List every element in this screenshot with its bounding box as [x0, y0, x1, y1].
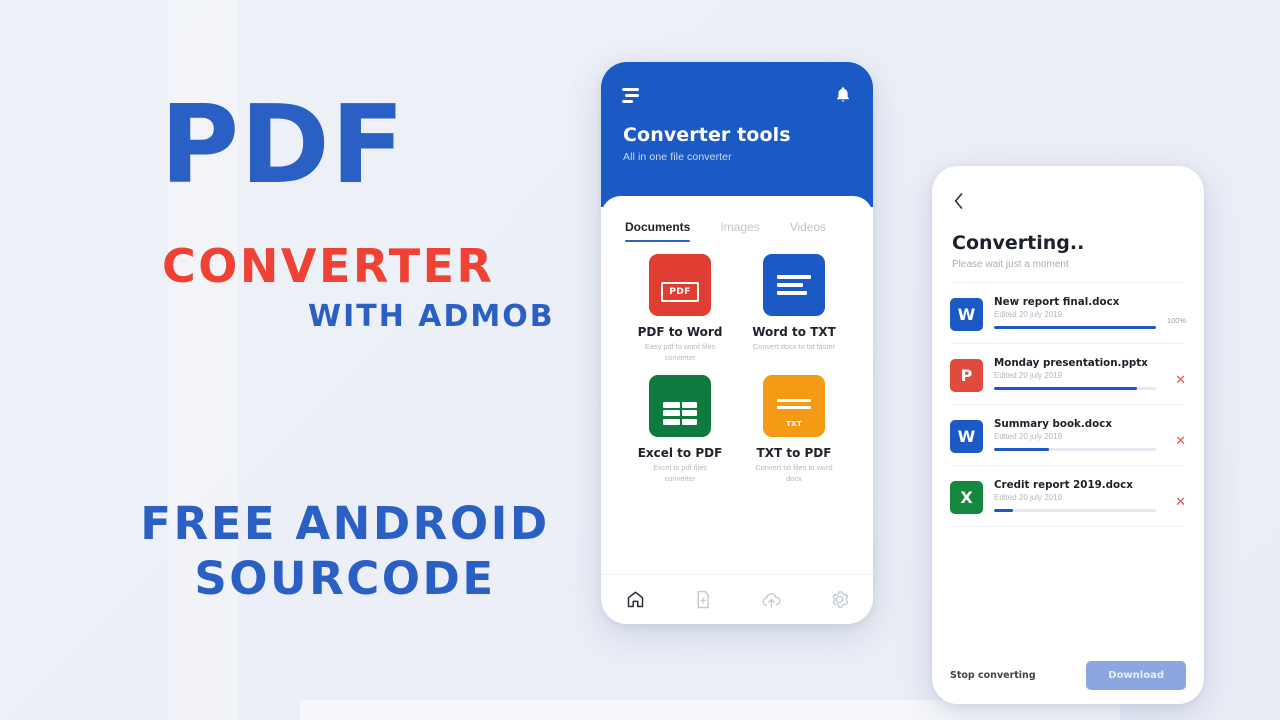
promo-footer-text: FREE ANDROID SOURCODE	[130, 497, 560, 607]
file-edited-date: Edited 20 july 2019	[994, 493, 1063, 502]
pdf-badge-icon: PDF	[649, 254, 711, 316]
txt-badge-icon: TXT	[763, 375, 825, 438]
progress-status: 100%	[1160, 310, 1186, 328]
tool-name: PDF to Word	[637, 325, 723, 339]
phone-mockup-home: Converter tools All in one file converte…	[601, 62, 873, 624]
converting-subtitle: Please wait just a moment	[952, 259, 1069, 270]
tab-images[interactable]: Images	[720, 220, 759, 242]
tab-videos[interactable]: Videos	[790, 220, 826, 242]
tool-description: Excel to pdf files converter	[653, 463, 707, 484]
excel-file-icon: X	[950, 481, 983, 514]
tool-description: Easy pdf to word files converter	[644, 342, 716, 362]
cancel-cell: ✕	[1160, 371, 1186, 389]
promo-footer-line1: FREE ANDROID	[140, 497, 550, 550]
cancel-cell: ✕	[1160, 493, 1186, 511]
list-item[interactable]: W New report final.docx Edited 20 july 2…	[950, 282, 1186, 344]
cancel-conversion-button[interactable]: ✕	[1175, 434, 1186, 449]
tool-card-excel-to-pdf[interactable]: Excel to PDF Excel to pdf files converte…	[623, 375, 737, 484]
powerpoint-file-icon: P	[950, 359, 983, 392]
tool-card-txt-to-pdf[interactable]: TXT TXT to PDF Convert txt files to word…	[737, 375, 851, 484]
cancel-conversion-button[interactable]: ✕	[1175, 373, 1186, 388]
converting-file-list: W New report final.docx Edited 20 july 2…	[932, 282, 1204, 642]
converting-footer: Stop converting Download	[932, 646, 1204, 704]
chevron-left-icon[interactable]	[952, 192, 966, 210]
app-subtitle: All in one file converter	[623, 151, 732, 163]
tool-name: Excel to PDF	[637, 446, 723, 461]
word-file-icon: W	[950, 420, 983, 453]
tool-name: Word to TXT	[752, 325, 836, 339]
stop-converting-button[interactable]: Stop converting	[950, 670, 1036, 681]
converting-title: Converting..	[952, 232, 1085, 254]
hamburger-icon[interactable]	[622, 88, 642, 106]
progress-bar-fill	[994, 509, 1014, 512]
progress-bar	[994, 387, 1156, 390]
spreadsheet-icon	[649, 375, 711, 438]
file-add-icon[interactable]	[692, 589, 714, 611]
category-tabs: Documents Images Videos	[601, 196, 873, 242]
tab-documents[interactable]: Documents	[625, 220, 691, 242]
cancel-cell: ✕	[1160, 432, 1186, 450]
tool-description: Convert txt files to word docx	[755, 463, 833, 484]
file-name: New report final.docx	[994, 296, 1120, 308]
tool-card-word-to-txt[interactable]: Word to TXT Convert docx to txt faster	[737, 254, 851, 363]
app-header: Converter tools All in one file converte…	[601, 62, 873, 207]
list-item[interactable]: X Credit report 2019.docx Edited 20 july…	[950, 466, 1186, 527]
file-name: Monday presentation.pptx	[994, 357, 1148, 369]
promo-text-block: PDF CONVERTER WITH ADMOB FREE ANDROID SO…	[0, 0, 570, 720]
gear-icon[interactable]	[828, 589, 850, 611]
home-icon[interactable]	[624, 589, 646, 611]
word-file-icon: W	[950, 298, 983, 331]
tool-description: Convert docx to txt faster	[752, 342, 836, 351]
promo-banner: PDF CONVERTER WITH ADMOB FREE ANDROID SO…	[0, 0, 1280, 720]
file-edited-date: Edited 20 july 2019	[994, 432, 1063, 441]
text-lines-icon	[763, 254, 825, 316]
progress-bar-fill	[994, 387, 1137, 390]
content-sheet: Documents Images Videos PDF PDF to Word …	[601, 196, 873, 624]
app-title: Converter tools	[623, 124, 791, 146]
progress-bar	[994, 448, 1156, 451]
file-edited-date: Edited 20 july 2019	[994, 310, 1063, 319]
progress-bar	[994, 509, 1156, 512]
tool-card-pdf-to-word[interactable]: PDF PDF to Word Easy pdf to word files c…	[623, 254, 737, 363]
tool-name: TXT to PDF	[756, 446, 832, 461]
list-item[interactable]: W Summary book.docx Edited 20 july 2019 …	[950, 405, 1186, 466]
download-button[interactable]: Download	[1086, 660, 1186, 690]
tool-grid: PDF PDF to Word Easy pdf to word files c…	[601, 254, 873, 485]
list-item[interactable]: P Monday presentation.pptx Edited 20 jul…	[950, 344, 1186, 405]
progress-bar-fill	[994, 448, 1050, 451]
promo-title-pdf: PDF	[160, 83, 406, 208]
promo-title-converter: CONVERTER	[162, 239, 495, 293]
file-name: Summary book.docx	[994, 418, 1112, 430]
progress-percent: 100%	[1166, 315, 1186, 325]
progress-bar	[994, 326, 1156, 329]
cancel-conversion-button[interactable]: ✕	[1175, 495, 1186, 510]
file-name: Credit report 2019.docx	[994, 479, 1133, 491]
file-edited-date: Edited 20 july 2019	[994, 371, 1063, 380]
bottom-navigation	[601, 574, 873, 624]
progress-bar-fill	[994, 326, 1156, 329]
promo-footer-line2: SOURCODE	[194, 551, 496, 605]
promo-subtitle-admob: WITH ADMOB	[308, 299, 555, 334]
bell-icon[interactable]	[835, 86, 851, 104]
cloud-upload-icon[interactable]	[760, 589, 782, 611]
phone-mockup-converting: Converting.. Please wait just a moment W…	[932, 166, 1204, 704]
